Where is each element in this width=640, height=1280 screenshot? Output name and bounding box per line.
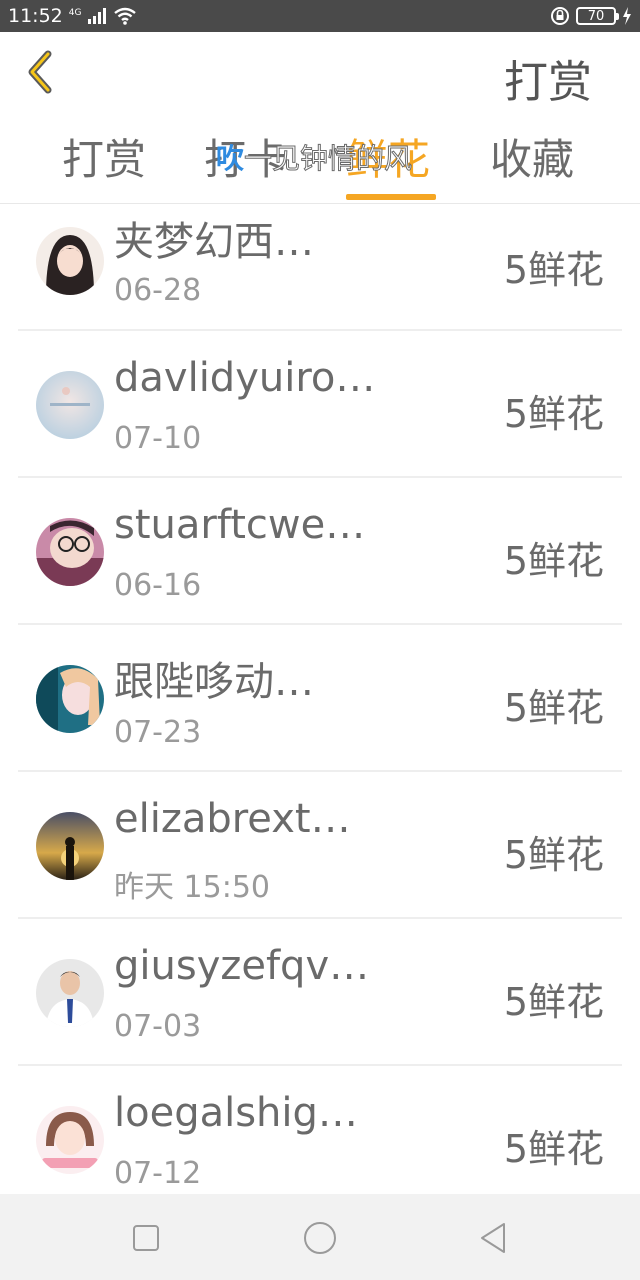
status-left: 11:52 4G [8, 5, 137, 27]
recent-apps-icon[interactable] [126, 1218, 166, 1258]
user-name: stuarftcwe… [114, 502, 366, 548]
date: 06-16 [114, 568, 202, 603]
avatar [36, 665, 104, 733]
wifi-icon [114, 7, 137, 25]
charging-icon [623, 7, 631, 25]
user-name: davlidyuiro… [114, 355, 376, 401]
user-name: elizabrext… [114, 796, 351, 842]
avatar [36, 227, 104, 295]
danmaku-overlay: 吹一见钟情的风 [216, 137, 413, 177]
user-name: giusyzefqv… [114, 943, 370, 989]
battery-indicator: 70 [576, 7, 619, 25]
date: 07-23 [114, 715, 202, 750]
flower-amount: 5鲜花 [503, 980, 604, 1024]
user-name: loegalshig… [114, 1090, 358, 1136]
user-name: 跟陛哆动… [114, 659, 314, 705]
avatar [36, 371, 104, 439]
avatar [36, 518, 104, 586]
danmaku-lead: 吹 [216, 142, 245, 175]
list-item[interactable]: davlidyuiro… 07-10 5鲜花 [18, 331, 622, 478]
danmaku-text: 一见钟情的风 [244, 142, 413, 176]
chevron-left-icon [28, 50, 52, 94]
header: 打赏 [0, 32, 640, 112]
user-name: 夹梦幻西… [114, 219, 314, 265]
date: 06-28 [114, 273, 202, 308]
flower-amount: 5鲜花 [503, 1127, 604, 1171]
active-tab-indicator [346, 194, 436, 200]
list-item[interactable]: 跟陛哆动… 07-23 5鲜花 [18, 625, 622, 772]
flower-list[interactable]: 夹梦幻西… 06-28 5鲜花 davlidyuiro… 07-10 5鲜花 s… [18, 205, 622, 1195]
list-item[interactable]: 夹梦幻西… 06-28 5鲜花 [18, 205, 622, 331]
home-icon[interactable] [300, 1218, 340, 1258]
signal-icon [88, 8, 107, 24]
lock-rotation-icon [551, 7, 569, 25]
flower-amount: 5鲜花 [503, 248, 604, 292]
list-item[interactable]: giusyzefqv… 07-03 5鲜花 [18, 919, 622, 1066]
date: 07-12 [114, 1156, 202, 1191]
date: 昨天 15:50 [114, 870, 270, 905]
system-nav-bar [0, 1194, 640, 1280]
tab-favorites[interactable]: 收藏 [490, 126, 574, 198]
flower-amount: 5鲜花 [503, 392, 604, 436]
flower-amount: 5鲜花 [503, 539, 604, 583]
battery-level: 70 [587, 8, 605, 24]
status-right: 70 [550, 6, 632, 26]
back-icon[interactable] [474, 1218, 514, 1258]
reward-action-button[interactable]: 打赏 [504, 46, 592, 110]
avatar [36, 1106, 104, 1174]
date: 07-03 [114, 1009, 202, 1044]
back-button[interactable] [18, 46, 68, 96]
avatar [36, 812, 104, 880]
list-item[interactable]: stuarftcwe… 06-16 5鲜花 [18, 478, 622, 625]
list-item[interactable]: loegalshig… 07-12 5鲜花 [18, 1066, 622, 1195]
flower-amount: 5鲜花 [503, 833, 604, 877]
flower-amount: 5鲜花 [503, 686, 604, 730]
network-type: 4G [68, 7, 82, 18]
avatar [36, 959, 104, 1027]
status-time: 11:52 [8, 5, 63, 27]
list-item[interactable]: elizabrext… 昨天 15:50 5鲜花 [18, 772, 622, 919]
date: 07-10 [114, 421, 202, 456]
tab-reward[interactable]: 打赏 [62, 126, 146, 198]
status-bar: 11:52 4G 70 [0, 0, 640, 32]
